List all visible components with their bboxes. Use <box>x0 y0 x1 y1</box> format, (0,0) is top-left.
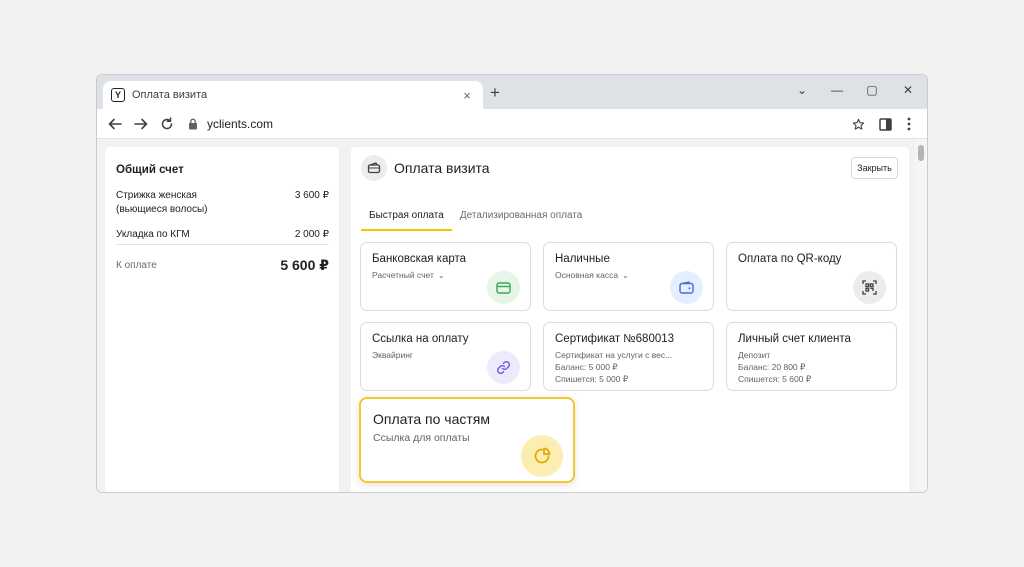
card-title: Ссылка на оплату <box>372 333 469 345</box>
credit-card-icon <box>487 271 520 304</box>
tab-title: Оплата визита <box>132 89 208 101</box>
tab-strip: Y Оплата визита × + ⌄ — ▢ ✕ <box>97 75 927 109</box>
pie-chart-icon <box>521 435 563 477</box>
card-title: Оплата по QR-коду <box>738 253 842 265</box>
card-title: Банковская карта <box>372 253 467 265</box>
scrollbar[interactable] <box>915 139 927 492</box>
payment-panel: Оплата визита Закрыть Быстрая оплата Дет… <box>351 147 909 492</box>
bill-item-amount: 2 000 ₽ <box>294 229 329 240</box>
total-label: К оплате <box>116 260 157 271</box>
card-subtitle: Эквайринг <box>372 350 413 360</box>
client-account-option[interactable]: Личный счет клиента Депозит Баланс: 20 8… <box>726 322 897 391</box>
new-tab-button[interactable]: + <box>485 83 505 103</box>
scrollbar-thumb[interactable] <box>918 145 924 161</box>
back-icon[interactable] <box>106 115 124 133</box>
card-title: Личный счет клиента <box>738 333 851 345</box>
yclients-favicon-icon: Y <box>111 88 125 102</box>
bill-item: Стрижка женская (вьющиеся волосы) 3 600 … <box>116 189 329 217</box>
bank-card-option[interactable]: Банковская карта Расчетный счет ⌄ <box>360 242 531 311</box>
card-subtitle: Ссылка для оплаты <box>373 432 470 444</box>
reload-icon[interactable] <box>158 115 176 133</box>
bill-total: К оплате 5 600 ₽ <box>116 257 329 274</box>
bill-panel: Общий счет Стрижка женская (вьющиеся вол… <box>105 147 339 492</box>
tab-quick-payment[interactable]: Быстрая оплата <box>361 207 452 231</box>
cash-option[interactable]: Наличные Основная касса ⌄ <box>543 242 714 311</box>
address-bar[interactable]: yclients.com <box>187 112 877 136</box>
bill-item-name: Укладка по КГМ <box>116 229 190 240</box>
bill-item: Укладка по КГМ 2 000 ₽ <box>116 228 329 242</box>
wallet-header-icon <box>361 155 387 181</box>
card-title: Сертификат №680013 <box>555 333 675 345</box>
total-value: 5 600 ₽ <box>280 257 329 273</box>
browser-toolbar: yclients.com <box>97 109 927 139</box>
card-title: Наличные <box>555 253 610 265</box>
page-content: Общий счет Стрижка женская (вьющиеся вол… <box>97 139 927 492</box>
side-panel-icon[interactable] <box>876 115 894 133</box>
bookmark-star-icon[interactable] <box>849 115 867 133</box>
close-button[interactable]: Закрыть <box>851 157 898 179</box>
qr-scan-icon <box>853 271 886 304</box>
wallet-icon <box>670 271 703 304</box>
close-window-button[interactable]: ✕ <box>893 79 923 101</box>
bill-item-name: Стрижка женская (вьющиеся волосы) <box>116 190 208 215</box>
browser-tab[interactable]: Y Оплата визита × <box>103 81 483 109</box>
tab-close-icon[interactable]: × <box>459 88 475 103</box>
payment-tabs: Быстрая оплата Детализированная оплата <box>361 207 590 231</box>
installment-payment-option[interactable]: Оплата по частям Ссылка для оплаты <box>359 397 575 483</box>
bill-title: Общий счет <box>116 164 184 176</box>
lock-icon <box>187 118 199 130</box>
url-text: yclients.com <box>207 117 274 131</box>
chevron-down-icon: ⌄ <box>437 271 445 280</box>
bill-divider <box>116 244 329 245</box>
tab-detailed-payment[interactable]: Детализированная оплата <box>452 207 591 231</box>
page-title: Оплата визита <box>394 160 490 176</box>
card-details: Депозит Баланс: 20 800 ₽ Спишется: 5 600… <box>738 350 812 384</box>
tab-search-button[interactable]: ⌄ <box>787 79 817 101</box>
account-select[interactable]: Расчетный счет ⌄ <box>372 269 445 282</box>
minimize-button[interactable]: — <box>822 79 852 101</box>
certificate-option[interactable]: Сертификат №680013 Сертификат на услуги … <box>543 322 714 391</box>
forward-icon[interactable] <box>132 115 150 133</box>
browser-window: Y Оплата визита × + ⌄ — ▢ ✕ yclients.com <box>96 74 928 493</box>
payment-link-option[interactable]: Ссылка на оплату Эквайринг <box>360 322 531 391</box>
chevron-down-icon: ⌄ <box>622 271 629 280</box>
bill-item-amount: 3 600 ₽ <box>294 190 329 201</box>
link-icon <box>487 351 520 384</box>
cashbox-select[interactable]: Основная касса ⌄ <box>555 269 629 282</box>
card-title: Оплата по частям <box>373 411 491 427</box>
menu-kebab-icon[interactable] <box>900 115 918 133</box>
maximize-button[interactable]: ▢ <box>857 79 887 101</box>
card-details: Сертификат на услуги с вес... Баланс: 5 … <box>555 350 673 384</box>
qr-payment-option[interactable]: Оплата по QR-коду <box>726 242 897 311</box>
